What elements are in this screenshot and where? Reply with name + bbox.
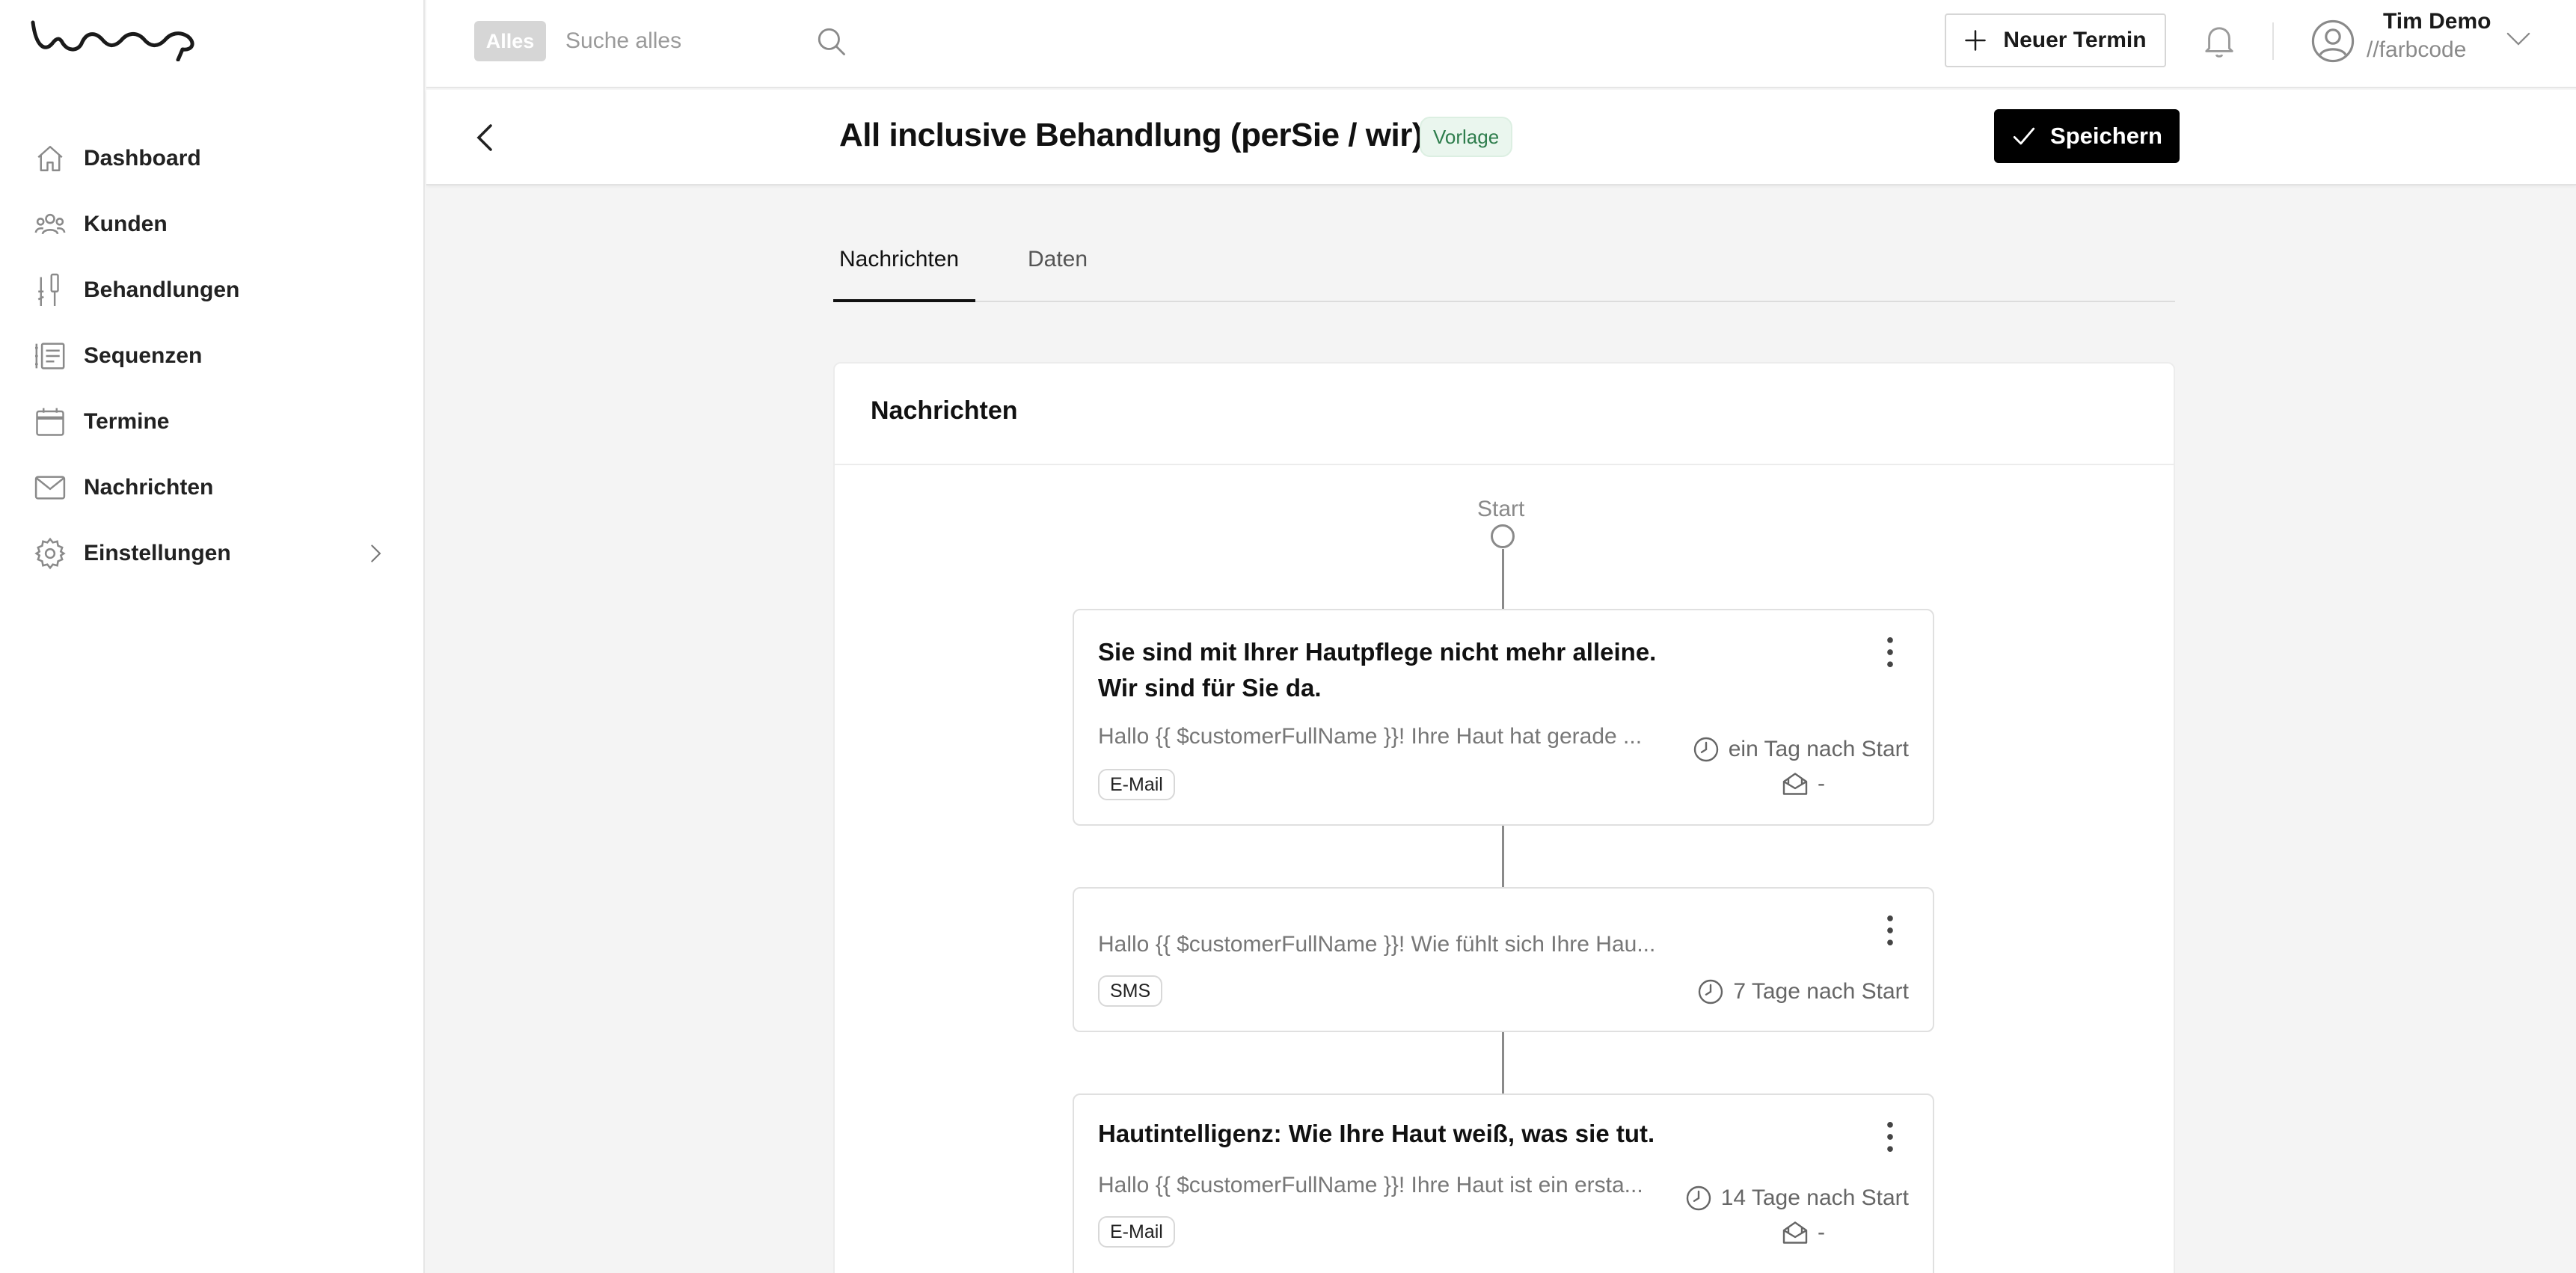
- channel-chip: E-Mail: [1098, 1216, 1175, 1248]
- message-timing: 7 Tage nach Start: [1697, 978, 1909, 1005]
- message-timing: 14 Tage nach Start: [1685, 1185, 1909, 1212]
- back-arrow-icon[interactable]: [468, 120, 504, 156]
- panel-title: Nachrichten: [871, 396, 1018, 425]
- timing-label: 14 Tage nach Start: [1720, 1185, 1909, 1210]
- sequence-icon: [33, 339, 67, 373]
- new-appointment-button[interactable]: Neuer Termin: [1945, 13, 2166, 67]
- timing-label: ein Tag nach Start: [1728, 737, 1909, 761]
- save-label: Speichern: [2050, 123, 2162, 149]
- sidebar-item-label: Kunden: [84, 212, 168, 236]
- message-title: Sie sind mit Ihrer Hautpflege nicht mehr…: [1098, 634, 1656, 706]
- message-card[interactable]: Hautintelligenz: Wie Ihre Haut weiß, was…: [1073, 1093, 1934, 1273]
- sidebar-item-label: Termine: [84, 409, 170, 434]
- channel-chip: E-Mail: [1098, 769, 1175, 800]
- search-input[interactable]: [565, 19, 835, 63]
- sidebar-item-label: Nachrichten: [84, 475, 214, 500]
- clock-icon: [1693, 737, 1718, 762]
- timing-label: 7 Tage nach Start: [1733, 979, 1909, 1004]
- home-icon: [33, 141, 67, 176]
- sidebar-item-einstellungen[interactable]: Einstellungen: [0, 521, 425, 586]
- calendar-icon: [33, 405, 67, 439]
- sidebar-item-label: Einstellungen: [84, 541, 231, 565]
- sidebar-item-termine[interactable]: Termine: [0, 389, 425, 455]
- flow-connector: [1502, 1032, 1504, 1093]
- sidebar-item-label: Sequenzen: [84, 343, 203, 368]
- user-organization: //farbcode: [2367, 37, 2467, 62]
- sidebar-item-behandlungen[interactable]: Behandlungen: [0, 257, 425, 323]
- more-options-icon[interactable]: [1879, 636, 1901, 669]
- tools-icon: [33, 273, 67, 307]
- page-title: All inclusive Behandlung (perSie / wir): [839, 117, 1423, 153]
- check-icon: [2013, 127, 2035, 145]
- clock-icon: [1699, 979, 1723, 1004]
- message-title-line: Sie sind mit Ihrer Hautpflege nicht mehr…: [1098, 638, 1657, 666]
- message-preview: Hallo {{ $customerFullName }}! Ihre Haut…: [1098, 1173, 1643, 1197]
- clock-icon: [1686, 1185, 1711, 1211]
- users-icon: [33, 207, 67, 242]
- sidebar-item-nachrichten[interactable]: Nachrichten: [0, 455, 425, 521]
- status-badge: Vorlage: [1420, 117, 1513, 157]
- open-status-label: -: [1818, 771, 1825, 796]
- more-options-icon[interactable]: [1879, 914, 1901, 947]
- message-open-status: -: [1782, 1219, 2006, 1246]
- message-open-status: -: [1782, 770, 2006, 797]
- tab-bar: Nachrichten Daten: [833, 226, 2175, 302]
- message-title: Hautintelligenz: Wie Ihre Haut weiß, was…: [1098, 1120, 1655, 1147]
- sidebar-item-label: Dashboard: [84, 146, 201, 171]
- envelope-open-icon: [1782, 773, 1808, 795]
- start-node: [1491, 524, 1515, 548]
- gear-icon: [33, 536, 67, 571]
- start-label: Start: [1477, 497, 1525, 521]
- more-options-icon[interactable]: [1879, 1120, 1901, 1153]
- sidebar-item-kunden[interactable]: Kunden: [0, 191, 425, 257]
- message-preview: Hallo {{ $customerFullName }}! Wie fühlt…: [1098, 932, 1656, 957]
- message-preview: Hallo {{ $customerFullName }}! Ihre Haut…: [1098, 724, 1643, 749]
- channel-chip: SMS: [1098, 975, 1163, 1007]
- topbar-divider: [2272, 22, 2274, 60]
- tab-daten[interactable]: Daten: [1028, 247, 1088, 272]
- search-scope-chip[interactable]: Alles: [474, 21, 546, 61]
- flow-connector: [1502, 549, 1504, 609]
- active-tab-indicator: [833, 299, 975, 302]
- save-button[interactable]: Speichern: [1994, 109, 2180, 163]
- message-title-line: Wir sind für Sie da.: [1098, 674, 1322, 702]
- sidebar-item-dashboard[interactable]: Dashboard: [0, 126, 425, 191]
- chevron-down-icon[interactable]: [2506, 30, 2531, 48]
- search-icon[interactable]: [815, 25, 847, 57]
- tab-nachrichten[interactable]: Nachrichten: [839, 247, 959, 272]
- user-name: Tim Demo: [2383, 9, 2491, 34]
- message-card[interactable]: Sie sind mit Ihrer Hautpflege nicht mehr…: [1073, 609, 1934, 826]
- envelope-open-icon: [1782, 1221, 1808, 1244]
- panel-header: Nachrichten: [835, 364, 2174, 465]
- plus-icon: [1965, 30, 1987, 51]
- mail-icon: [33, 470, 67, 505]
- page-header: All inclusive Behandlung (perSie / wir) …: [426, 90, 2576, 185]
- flow-connector: [1502, 826, 1504, 887]
- app-logo[interactable]: [30, 16, 202, 61]
- new-appointment-label: Neuer Termin: [2003, 28, 2147, 52]
- message-timing: ein Tag nach Start: [1693, 736, 1909, 763]
- avatar[interactable]: [2311, 19, 2355, 63]
- message-card[interactable]: Hallo {{ $customerFullName }}! Wie fühlt…: [1073, 887, 1934, 1032]
- chevron-right-icon[interactable]: [365, 543, 386, 564]
- bell-icon[interactable]: [2202, 22, 2236, 60]
- open-status-label: -: [1818, 1220, 1825, 1245]
- sidebar-item-label: Behandlungen: [84, 277, 240, 302]
- sidebar: Dashboard Kunden Behandlungen Sequenzen …: [0, 0, 425, 1273]
- sidebar-nav: Dashboard Kunden Behandlungen Sequenzen …: [0, 126, 425, 586]
- top-bar: Alles Neuer Termin Tim Demo //farbcode: [426, 0, 2576, 88]
- sidebar-item-sequenzen[interactable]: Sequenzen: [0, 323, 425, 389]
